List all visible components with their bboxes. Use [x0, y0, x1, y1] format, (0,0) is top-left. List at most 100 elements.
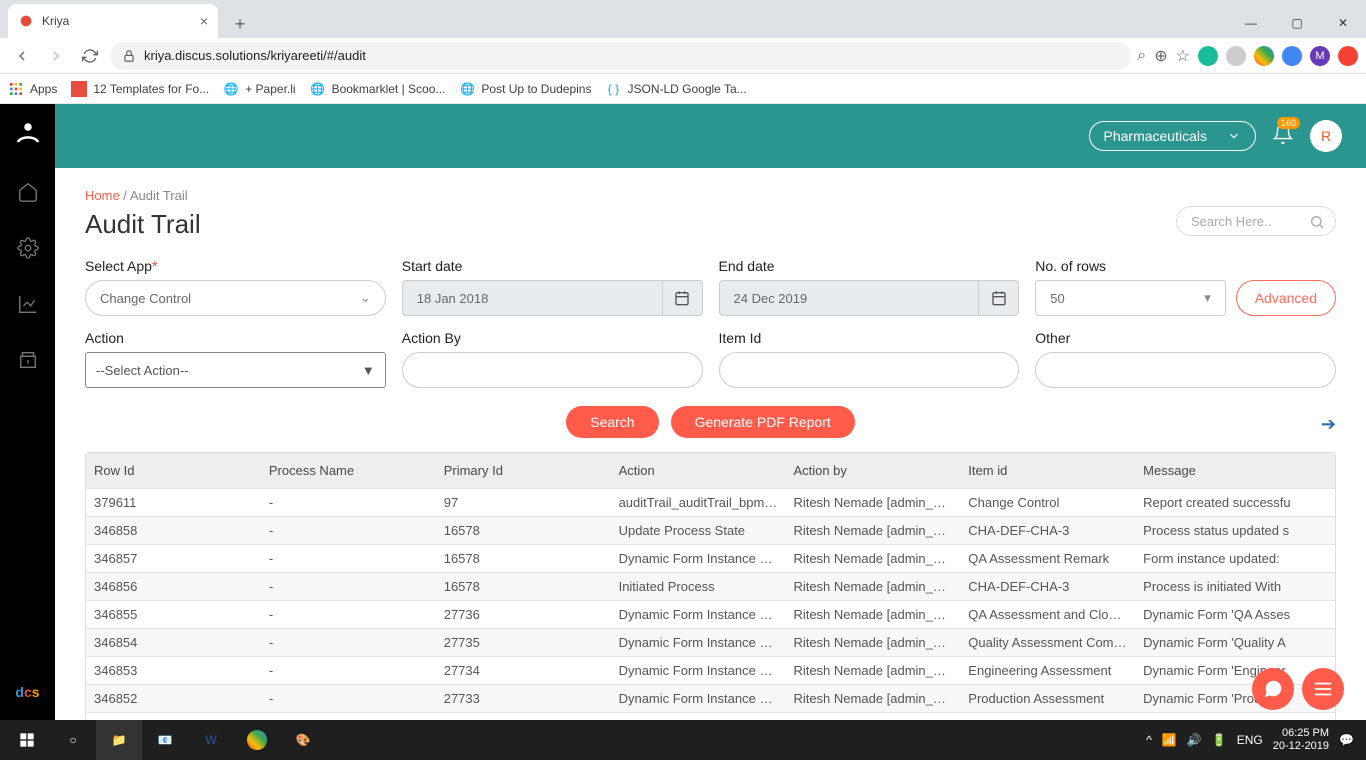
table-cell: 27732: [436, 713, 611, 721]
forward-button[interactable]: [42, 42, 70, 70]
taskbar-app[interactable]: 📁: [96, 720, 142, 760]
select-app-dropdown[interactable]: Change Control⌄: [85, 280, 386, 316]
table-cell: -: [261, 713, 436, 721]
table-cell: QA Assessment Remark: [960, 545, 1135, 573]
start-date-input[interactable]: 18 Jan 2018: [402, 280, 663, 316]
table-row[interactable]: 346857-16578Dynamic Form Instance Update…: [86, 545, 1335, 573]
table-cell: Ritesh Nemade [admin_k@dis...: [785, 657, 960, 685]
bookmark-item[interactable]: 🌐Bookmarklet | Scoo...: [310, 81, 446, 97]
table-row[interactable]: 346853-27734Dynamic Form Instance Create…: [86, 657, 1335, 685]
table-row[interactable]: 346852-27733Dynamic Form Instance Create…: [86, 685, 1335, 713]
generate-pdf-button[interactable]: Generate PDF Report: [671, 406, 855, 438]
table-header[interactable]: Item id: [960, 453, 1135, 489]
app-logo[interactable]: [10, 114, 46, 150]
taskbar-clock[interactable]: 06:25 PM 20-12-2019: [1273, 727, 1329, 753]
table-row[interactable]: 379611-97auditTrail_auditTrail_bpm_add..…: [86, 489, 1335, 517]
maximize-icon[interactable]: ▢: [1274, 8, 1320, 38]
user-avatar[interactable]: R: [1310, 120, 1342, 152]
tray-chevron-icon[interactable]: ^: [1146, 733, 1152, 747]
url-input[interactable]: kriya.discus.solutions/kriyareeti/#/audi…: [110, 42, 1131, 70]
close-icon[interactable]: ×: [200, 13, 208, 29]
apps-button[interactable]: Apps: [8, 81, 57, 97]
table-cell: -: [261, 629, 436, 657]
menu-fab[interactable]: [1302, 668, 1344, 710]
battery-icon[interactable]: 🔋: [1212, 733, 1227, 747]
taskbar-app[interactable]: 🎨: [280, 720, 326, 760]
taskbar-app[interactable]: W: [188, 720, 234, 760]
table-row[interactable]: 346851-27732Dynamic Form Instance Create…: [86, 713, 1335, 721]
reload-button[interactable]: [76, 42, 104, 70]
back-button[interactable]: [8, 42, 36, 70]
close-window-icon[interactable]: ✕: [1320, 8, 1366, 38]
bookmark-item[interactable]: { }JSON-LD Google Ta...: [605, 81, 746, 97]
table-row[interactable]: 346856-16578Initiated ProcessRitesh Nema…: [86, 573, 1335, 601]
table-header[interactable]: Message: [1135, 453, 1335, 489]
end-date-calendar-button[interactable]: [979, 280, 1019, 316]
browser-tab-strip: Kriya × + — ▢ ✕: [0, 0, 1366, 38]
extension-icon[interactable]: [1338, 46, 1358, 66]
lock-icon: [122, 49, 136, 63]
search-button[interactable]: Search: [566, 406, 658, 438]
chat-fab[interactable]: [1252, 668, 1294, 710]
gear-icon[interactable]: [14, 234, 42, 262]
home-icon[interactable]: [14, 178, 42, 206]
table-header[interactable]: Action: [611, 453, 786, 489]
taskbar-app[interactable]: [234, 720, 280, 760]
itemid-input[interactable]: [719, 352, 1020, 388]
org-selector[interactable]: Pharmaceuticals: [1089, 121, 1257, 151]
minimize-icon[interactable]: —: [1228, 8, 1274, 38]
extension-icon[interactable]: [1254, 46, 1274, 66]
start-date-calendar-button[interactable]: [663, 280, 703, 316]
advanced-button[interactable]: Advanced: [1236, 280, 1336, 316]
table-cell: Ritesh Nemade [admin_k@dis...: [785, 713, 960, 721]
table-cell: 97: [436, 489, 611, 517]
bookmark-item[interactable]: 🌐Post Up to Dudepins: [459, 81, 591, 97]
box-icon[interactable]: [14, 346, 42, 374]
cortana-button[interactable]: ○: [50, 720, 96, 760]
notifications-icon[interactable]: 💬: [1339, 733, 1354, 747]
table-header[interactable]: Primary Id: [436, 453, 611, 489]
table-cell: Quality Assessment Comment: [960, 629, 1135, 657]
search-input[interactable]: Search Here..: [1176, 206, 1336, 236]
breadcrumb-home[interactable]: Home: [85, 188, 120, 203]
caret-down-icon: ▾: [1204, 290, 1211, 306]
table-cell: Ritesh Nemade [admin_k@dis...: [785, 517, 960, 545]
window-controls: — ▢ ✕: [1228, 8, 1366, 38]
bookmark-item[interactable]: 12 Templates for Fo...: [71, 81, 209, 97]
other-input[interactable]: [1035, 352, 1336, 388]
chart-icon[interactable]: [14, 290, 42, 318]
org-label: Pharmaceuticals: [1104, 128, 1208, 144]
rows-value: 50: [1050, 291, 1064, 306]
browser-tab[interactable]: Kriya ×: [8, 4, 218, 38]
wifi-icon[interactable]: 📶: [1162, 733, 1177, 747]
table-row[interactable]: 346855-27736Dynamic Form Instance Create…: [86, 601, 1335, 629]
table-row[interactable]: 346854-27735Dynamic Form Instance Create…: [86, 629, 1335, 657]
taskbar-app[interactable]: 📧: [142, 720, 188, 760]
rows-dropdown[interactable]: 50 ▾: [1035, 280, 1225, 316]
key-icon[interactable]: ⌕: [1137, 47, 1146, 65]
bookmark-item[interactable]: 🌐+ Paper.li: [223, 81, 295, 97]
end-date-input[interactable]: 24 Dec 2019: [719, 280, 980, 316]
rows-label: No. of rows: [1035, 258, 1336, 274]
table-header[interactable]: Row Id: [86, 453, 261, 489]
actionby-input[interactable]: [402, 352, 703, 388]
table-row[interactable]: 346858-16578Update Process StateRitesh N…: [86, 517, 1335, 545]
language-indicator[interactable]: ENG: [1237, 733, 1263, 747]
zoom-icon[interactable]: ⊕: [1154, 46, 1167, 66]
star-icon[interactable]: ☆: [1176, 46, 1190, 66]
table-header[interactable]: Action by: [785, 453, 960, 489]
volume-icon[interactable]: 🔊: [1187, 733, 1202, 747]
start-button[interactable]: [4, 720, 50, 760]
tab-title: Kriya: [42, 14, 69, 28]
notifications-button[interactable]: 160: [1272, 123, 1294, 150]
table-cell: -: [261, 573, 436, 601]
profile-icon[interactable]: M: [1310, 46, 1330, 66]
extension-icon[interactable]: [1282, 46, 1302, 66]
expand-arrow-icon[interactable]: ➔: [1321, 414, 1336, 435]
new-tab-button[interactable]: +: [226, 10, 254, 38]
extension-icon[interactable]: [1198, 46, 1218, 66]
action-dropdown[interactable]: --Select Action--▼: [85, 352, 386, 388]
search-placeholder: Search Here..: [1191, 214, 1271, 229]
table-header[interactable]: Process Name: [261, 453, 436, 489]
extension-icon[interactable]: [1226, 46, 1246, 66]
